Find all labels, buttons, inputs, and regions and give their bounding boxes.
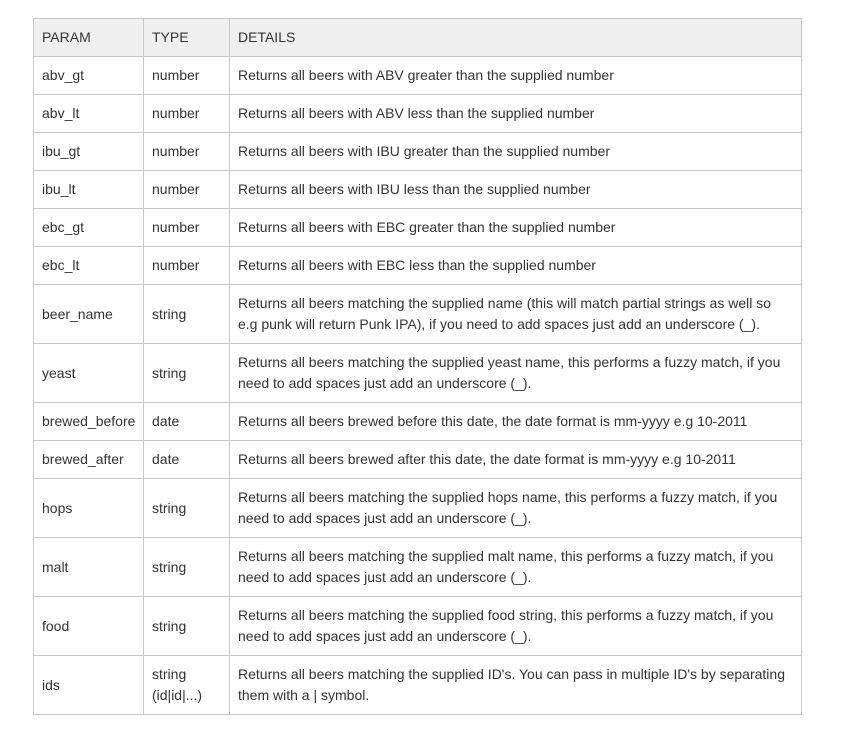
details-cell: Returns all beers with EBC less than the… bbox=[229, 246, 802, 285]
details-cell: Returns all beers matching the supplied … bbox=[229, 343, 802, 403]
table-row: abv_lt number Returns all beers with ABV… bbox=[33, 94, 802, 133]
header-type: TYPE bbox=[143, 18, 230, 57]
table-row: ibu_lt number Returns all beers with IBU… bbox=[33, 170, 802, 209]
table-row: brewed_before date Returns all beers bre… bbox=[33, 402, 802, 441]
param-cell: food bbox=[33, 596, 144, 656]
param-cell: brewed_before bbox=[33, 402, 144, 441]
table-row: brewed_after date Returns all beers brew… bbox=[33, 440, 802, 479]
type-cell: number bbox=[143, 56, 230, 95]
table-row: ibu_gt number Returns all beers with IBU… bbox=[33, 132, 802, 171]
table-row: abv_gt number Returns all beers with ABV… bbox=[33, 56, 802, 95]
type-cell: number bbox=[143, 132, 230, 171]
details-cell: Returns all beers with ABV greater than … bbox=[229, 56, 802, 95]
table-row: ebc_gt number Returns all beers with EBC… bbox=[33, 208, 802, 247]
table-row: beer_name string Returns all beers match… bbox=[33, 284, 802, 344]
param-cell: malt bbox=[33, 537, 144, 597]
details-cell: Returns all beers matching the supplied … bbox=[229, 478, 802, 538]
type-cell: date bbox=[143, 402, 230, 441]
details-cell: Returns all beers matching the supplied … bbox=[229, 284, 802, 344]
table-row: food string Returns all beers matching t… bbox=[33, 596, 802, 656]
table-body: abv_gt number Returns all beers with ABV… bbox=[33, 56, 802, 715]
type-cell: string bbox=[143, 284, 230, 344]
table-row: ids string (id|id|...) Returns all beers… bbox=[33, 655, 802, 715]
details-cell: Returns all beers with IBU less than the… bbox=[229, 170, 802, 209]
param-cell: ibu_gt bbox=[33, 132, 144, 171]
details-cell: Returns all beers matching the supplied … bbox=[229, 537, 802, 597]
header-details: DETAILS bbox=[229, 18, 802, 57]
param-cell: hops bbox=[33, 478, 144, 538]
details-cell: Returns all beers matching the supplied … bbox=[229, 655, 802, 715]
type-cell: string (id|id|...) bbox=[143, 655, 230, 715]
param-cell: ibu_lt bbox=[33, 170, 144, 209]
type-cell: number bbox=[143, 208, 230, 247]
details-cell: Returns all beers brewed after this date… bbox=[229, 440, 802, 479]
details-cell: Returns all beers matching the supplied … bbox=[229, 596, 802, 656]
type-cell: date bbox=[143, 440, 230, 479]
table-row: malt string Returns all beers matching t… bbox=[33, 537, 802, 597]
table-row: yeast string Returns all beers matching … bbox=[33, 343, 802, 403]
table-row: hops string Returns all beers matching t… bbox=[33, 478, 802, 538]
param-cell: ebc_lt bbox=[33, 246, 144, 285]
param-cell: ebc_gt bbox=[33, 208, 144, 247]
type-cell: string bbox=[143, 478, 230, 538]
table-row: ebc_lt number Returns all beers with EBC… bbox=[33, 246, 802, 285]
details-cell: Returns all beers with EBC greater than … bbox=[229, 208, 802, 247]
param-cell: abv_lt bbox=[33, 94, 144, 133]
type-cell: string bbox=[143, 596, 230, 656]
param-cell: brewed_after bbox=[33, 440, 144, 479]
details-cell: Returns all beers with IBU greater than … bbox=[229, 132, 802, 171]
type-cell: string bbox=[143, 537, 230, 597]
param-cell: beer_name bbox=[33, 284, 144, 344]
type-cell: string bbox=[143, 343, 230, 403]
type-cell: number bbox=[143, 170, 230, 209]
header-param: PARAM bbox=[33, 18, 144, 57]
type-cell: number bbox=[143, 246, 230, 285]
table-header: PARAM TYPE DETAILS bbox=[33, 18, 802, 57]
header-row: PARAM TYPE DETAILS bbox=[33, 18, 802, 57]
details-cell: Returns all beers with ABV less than the… bbox=[229, 94, 802, 133]
param-cell: abv_gt bbox=[33, 56, 144, 95]
param-cell: ids bbox=[33, 655, 144, 715]
params-table: PARAM TYPE DETAILS abv_gt number Returns… bbox=[33, 18, 802, 715]
param-cell: yeast bbox=[33, 343, 144, 403]
type-cell: number bbox=[143, 94, 230, 133]
details-cell: Returns all beers brewed before this dat… bbox=[229, 402, 802, 441]
